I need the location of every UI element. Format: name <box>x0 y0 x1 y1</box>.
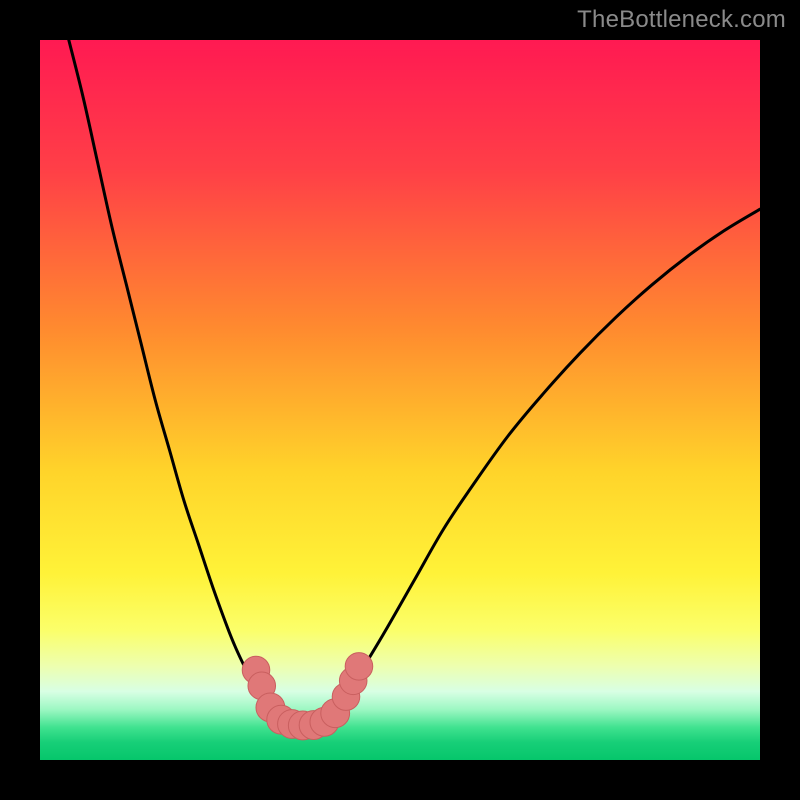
outer-frame: TheBottleneck.com <box>0 0 800 800</box>
chart-svg <box>40 40 760 760</box>
watermark-text: TheBottleneck.com <box>577 6 786 34</box>
data-marker <box>345 653 373 681</box>
gradient-background <box>40 40 760 760</box>
plot-area <box>40 40 760 760</box>
